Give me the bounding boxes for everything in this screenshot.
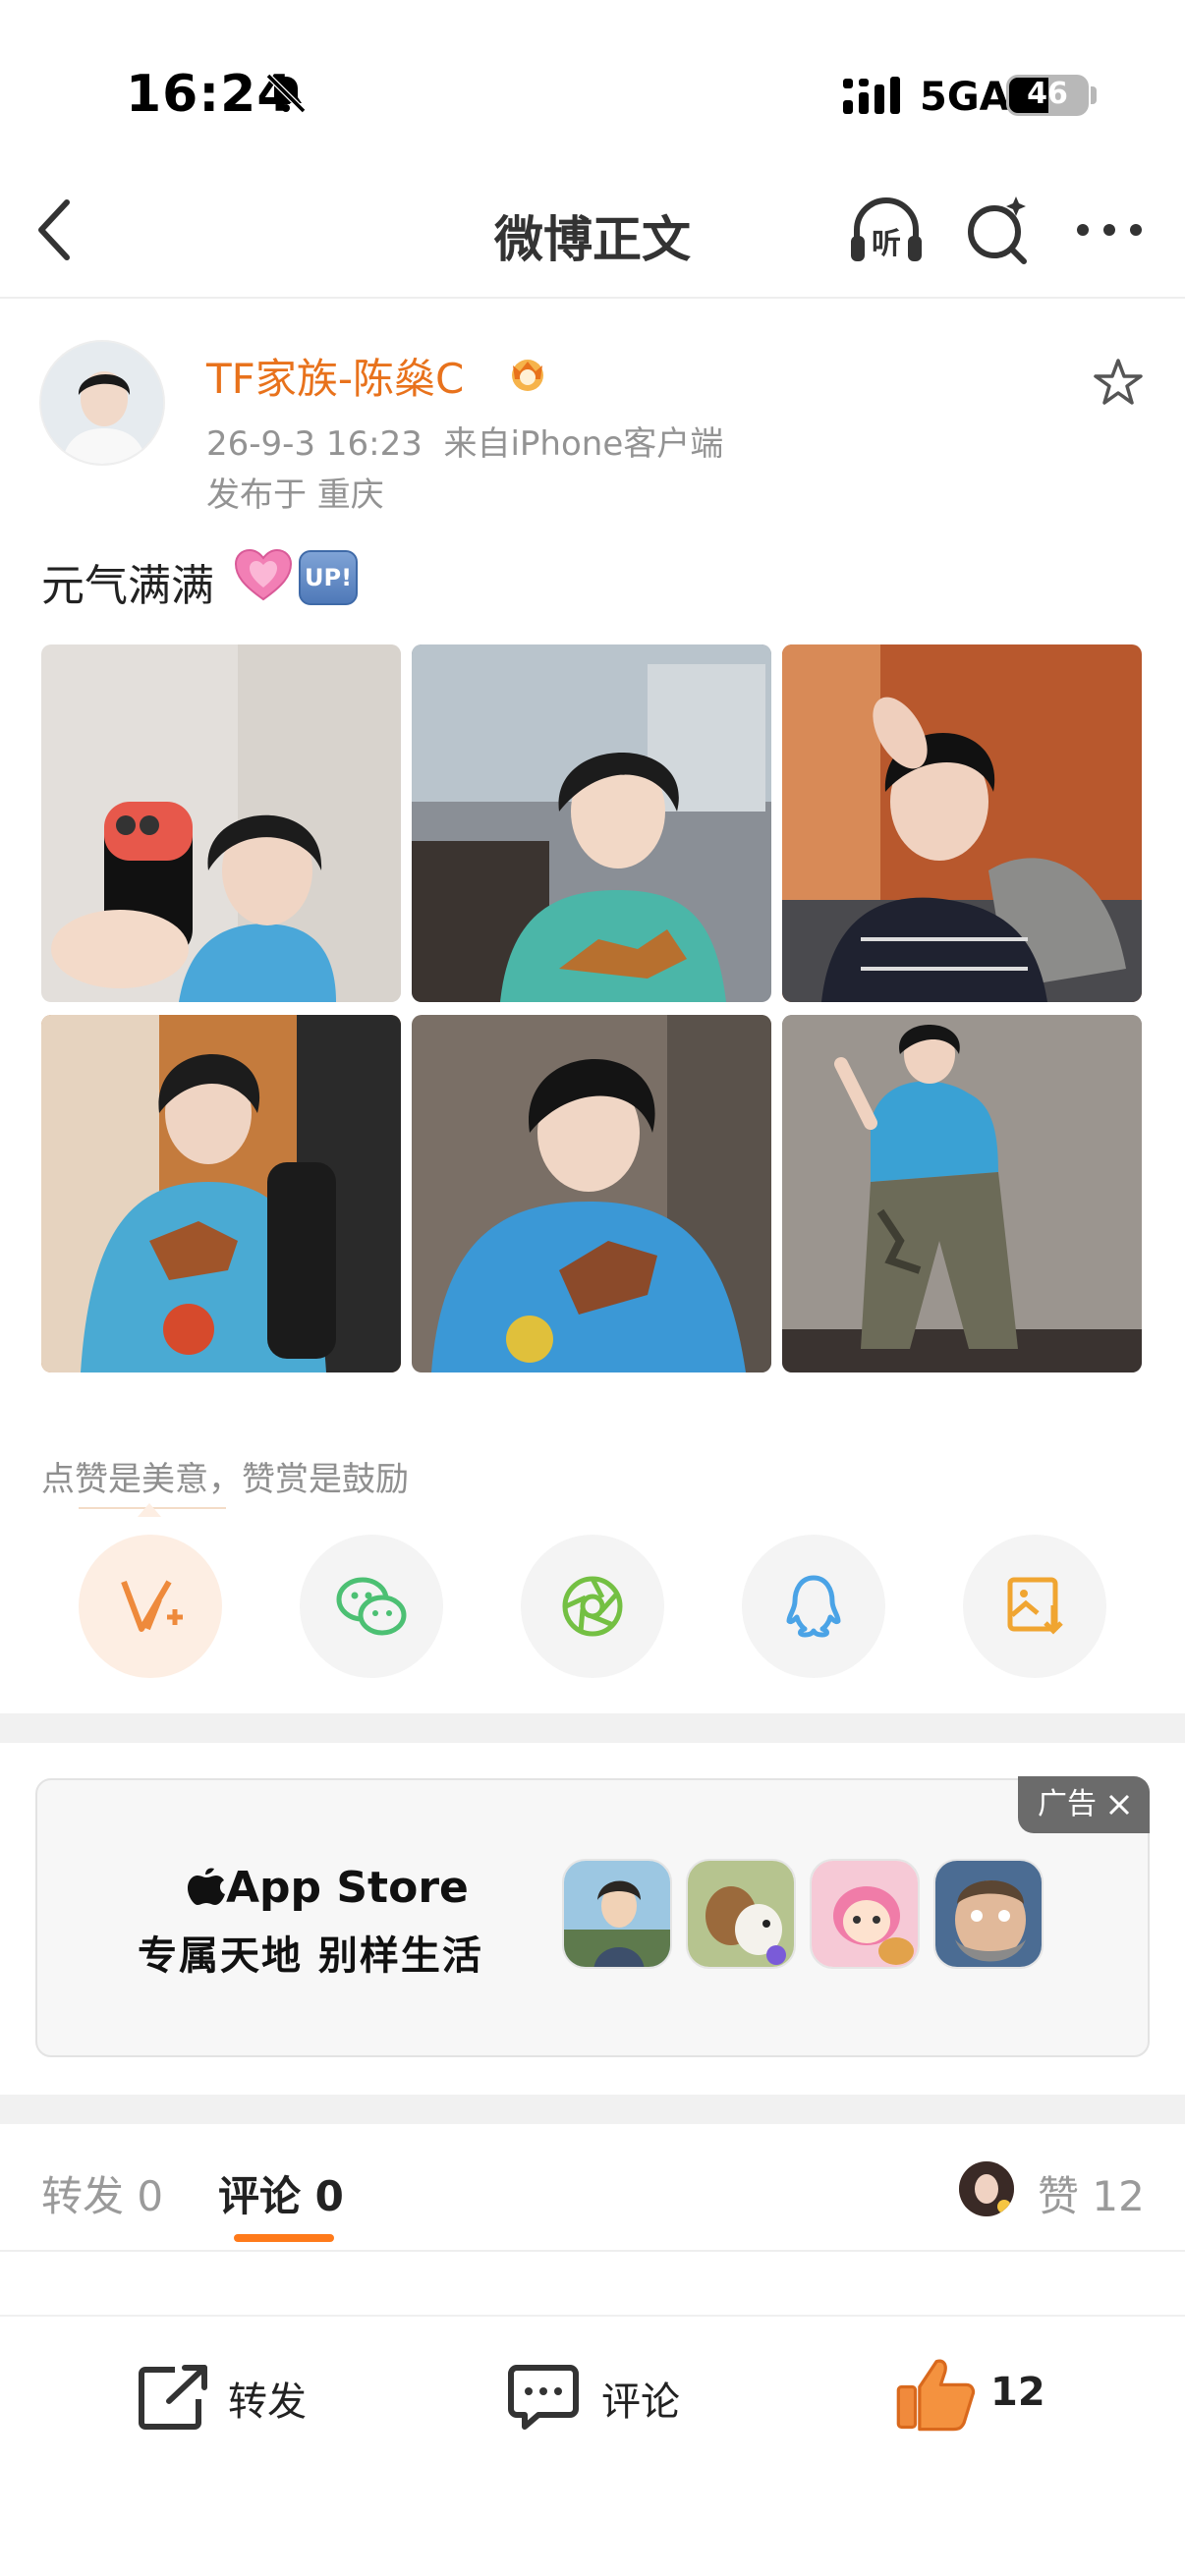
- repost-icon[interactable]: [136, 2362, 212, 2433]
- crown-badge-icon: [512, 360, 543, 391]
- tab-like[interactable]: 赞 12: [1038, 2163, 1145, 2223]
- moments-icon: [562, 1576, 623, 1637]
- post-photo[interactable]: [782, 1015, 1142, 1372]
- app-icon: [562, 1859, 672, 1969]
- tab-divider: [0, 2250, 1185, 2252]
- post-source: 来自iPhone客户端: [443, 424, 724, 464]
- ad-logo-text: App Store: [226, 1863, 469, 1913]
- comment-button[interactable]: 评论: [601, 2370, 680, 2427]
- qq-icon: [786, 1575, 841, 1638]
- star-icon[interactable]: [1091, 356, 1146, 411]
- thumbs-up-icon[interactable]: [894, 2354, 977, 2433]
- post-photo[interactable]: [41, 1015, 401, 1372]
- post-photo[interactable]: [412, 644, 771, 1002]
- post-text: 元气满满: [41, 561, 214, 611]
- up-emoji: UP!: [299, 550, 358, 605]
- bottom-bar-divider: [0, 2315, 1185, 2317]
- repost-button[interactable]: 转发: [228, 2370, 307, 2427]
- network-type: 5GA: [920, 75, 1010, 120]
- ad-slogan: 专属天地 别样生活: [138, 1933, 483, 1979]
- wechat-icon: [336, 1577, 407, 1636]
- listen-label: 听: [872, 227, 901, 261]
- post-location: 发布于 重庆: [206, 476, 384, 515]
- post-meta: 26-9-3 16:23 来自iPhone客户端: [206, 417, 723, 465]
- battery-icon: 46: [1006, 75, 1089, 116]
- app-icon: [686, 1859, 796, 1969]
- comment-icon[interactable]: [505, 2362, 582, 2433]
- apple-icon: [188, 1868, 225, 1905]
- wechat-share-button[interactable]: [300, 1535, 443, 1678]
- post-photo[interactable]: [41, 644, 401, 1002]
- vplus-share-button[interactable]: [79, 1535, 222, 1678]
- qq-share-button[interactable]: [742, 1535, 885, 1678]
- active-tab-indicator: [234, 2234, 334, 2242]
- author-name[interactable]: TF家族-陈燊C: [206, 346, 464, 406]
- save-image-button[interactable]: [963, 1535, 1106, 1678]
- section-gap: [0, 2095, 1185, 2124]
- battery-tip: [1091, 86, 1097, 104]
- search-icon[interactable]: [963, 193, 1034, 267]
- section-gap: [0, 1713, 1185, 1743]
- post-time: 26-9-3 16:23: [206, 424, 423, 464]
- ad-logo: App Store: [187, 1863, 469, 1913]
- heart-emoji-icon: [234, 548, 293, 601]
- more-icon[interactable]: [1075, 218, 1144, 242]
- liker-avatar: [959, 2161, 1014, 2216]
- signal-icon: [843, 77, 900, 114]
- like-count[interactable]: 12: [990, 2370, 1045, 2415]
- app-icon: [810, 1859, 920, 1969]
- tab-comment[interactable]: 评论 0: [218, 2163, 344, 2223]
- post-photo[interactable]: [782, 644, 1142, 1002]
- battery-level: 46: [1027, 77, 1068, 111]
- pointer-arrow: [138, 1503, 161, 1517]
- reward-tip: 点赞是美意，赞赏是鼓励: [41, 1460, 409, 1499]
- nav-divider: [0, 297, 1185, 299]
- post-photo[interactable]: [412, 1015, 771, 1372]
- tab-repost[interactable]: 转发 0: [41, 2163, 163, 2223]
- close-icon[interactable]: [1104, 1790, 1134, 1820]
- save-image-icon: [1007, 1577, 1063, 1635]
- headphones-icon[interactable]: 听: [845, 193, 928, 267]
- moments-share-button[interactable]: [521, 1535, 664, 1678]
- vplus-icon: [121, 1580, 183, 1632]
- author-avatar[interactable]: [39, 340, 165, 466]
- app-icon: [933, 1859, 1044, 1969]
- bell-off-icon: [265, 73, 307, 114]
